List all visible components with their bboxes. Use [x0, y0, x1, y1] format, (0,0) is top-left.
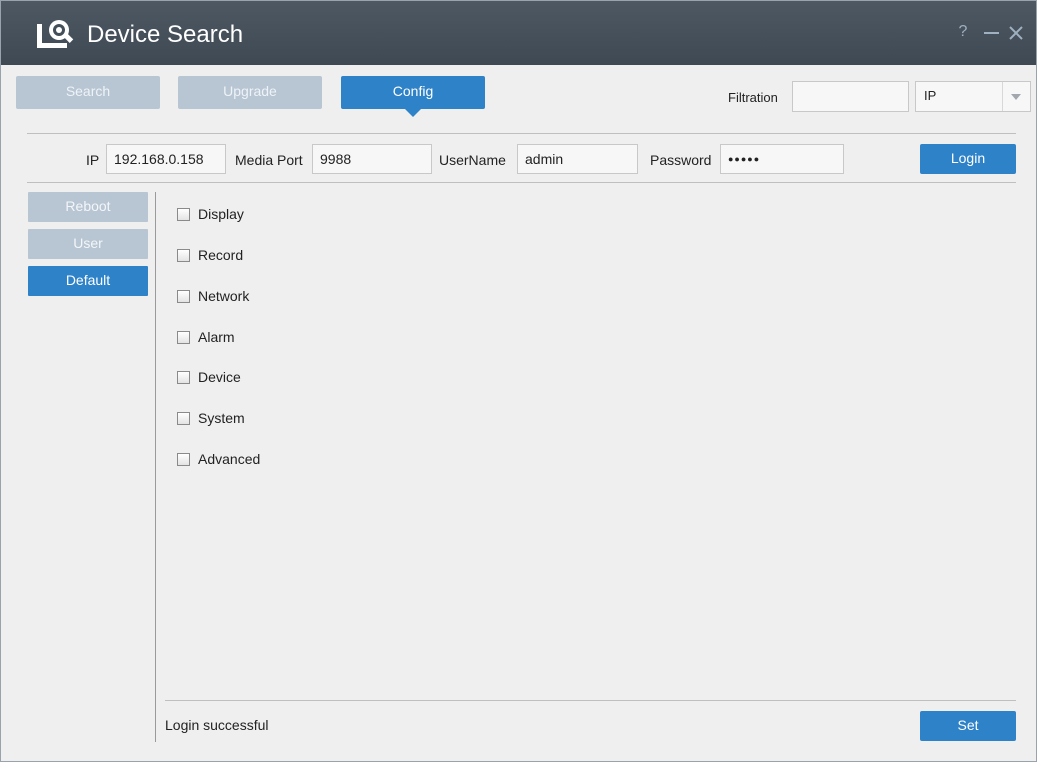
media-port-field[interactable]: 9988: [312, 144, 432, 174]
ip-field[interactable]: 192.168.0.158: [106, 144, 226, 174]
display-checkbox[interactable]: [177, 208, 190, 221]
filter-type-select[interactable]: IP: [915, 81, 1031, 112]
sidebar-item-reboot[interactable]: Reboot: [28, 192, 148, 222]
sidebar-item-default[interactable]: Default: [28, 266, 148, 296]
device-checkbox[interactable]: [177, 371, 190, 384]
system-checkbox[interactable]: [177, 412, 190, 425]
title-bar[interactable]: Device Search ?: [1, 1, 1036, 65]
filtration-input[interactable]: [792, 81, 909, 112]
set-button[interactable]: Set: [920, 711, 1016, 741]
option-label: Record: [198, 247, 244, 263]
media-port-label: Media Port: [235, 152, 303, 168]
option-label: Alarm: [198, 329, 235, 345]
alarm-checkbox[interactable]: [177, 331, 190, 344]
option-label: Display: [198, 206, 244, 222]
login-button[interactable]: Login: [920, 144, 1016, 174]
filter-type-value: IP: [924, 88, 937, 103]
close-icon[interactable]: [1007, 23, 1025, 43]
password-label: Password: [650, 152, 712, 168]
device-search-window: Device Search ? Search Upgrade Config Fi…: [0, 0, 1037, 762]
help-icon[interactable]: ?: [956, 23, 970, 41]
divider-top: [27, 133, 1016, 134]
divider-login: [27, 182, 1016, 183]
option-label: System: [198, 410, 245, 426]
username-field[interactable]: admin: [517, 144, 638, 174]
option-label: Advanced: [198, 451, 261, 467]
filtration-label: Filtration: [728, 90, 778, 105]
minimize-icon[interactable]: [984, 32, 999, 34]
option-label: Device: [198, 369, 241, 385]
divider-footer: [165, 700, 1016, 701]
username-label: UserName: [439, 152, 506, 168]
status-message: Login successful: [165, 717, 269, 733]
app-logo-icon: [37, 20, 74, 48]
option-label: Network: [198, 288, 250, 304]
select-divider: [1002, 82, 1003, 111]
tab-upgrade[interactable]: Upgrade: [178, 76, 322, 109]
ip-label: IP: [86, 152, 100, 168]
record-checkbox[interactable]: [177, 249, 190, 262]
advanced-checkbox[interactable]: [177, 453, 190, 466]
tab-config[interactable]: Config: [341, 76, 485, 117]
sidebar-item-user[interactable]: User: [28, 229, 148, 259]
window-title: Device Search: [87, 21, 244, 48]
network-checkbox[interactable]: [177, 290, 190, 303]
chevron-down-icon: [1011, 94, 1021, 100]
sidebar-divider: [155, 192, 156, 742]
password-field[interactable]: ●●●●●: [720, 144, 844, 174]
tab-search[interactable]: Search: [16, 76, 160, 109]
